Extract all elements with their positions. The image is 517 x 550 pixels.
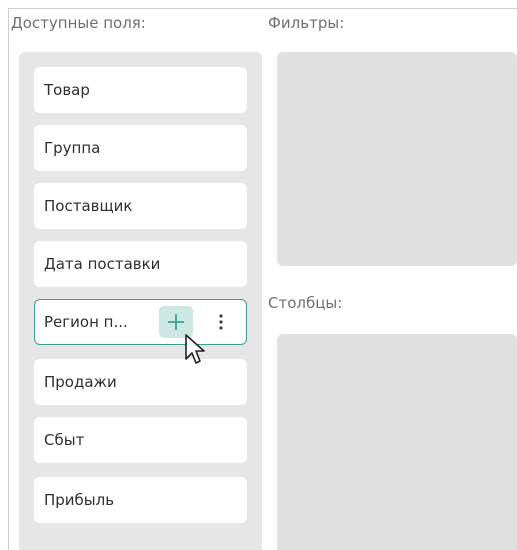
field-item-postavshchik[interactable]: Поставщик [34,183,247,229]
field-item-sbyt[interactable]: Сбыт [34,417,247,463]
field-item-gruppa[interactable]: Группа [34,125,247,171]
field-item-data-postavki[interactable]: Дата поставки [34,241,247,287]
field-item-prodazhi[interactable]: Продажи [34,359,247,405]
columns-label: Столбцы: [268,294,343,312]
columns-drop-zone[interactable] [277,334,517,550]
field-label: Прибыль [44,491,115,509]
field-item-tovar[interactable]: Товар [34,67,247,113]
field-label: Группа [44,139,101,157]
filters-drop-zone[interactable] [277,52,517,266]
plus-icon [168,314,184,330]
field-label: Товар [44,81,90,99]
add-field-button[interactable] [159,306,193,338]
filters-label: Фильтры: [268,14,345,32]
field-label: Поставщик [44,197,133,215]
available-fields-label: Доступные поля: [11,14,146,32]
field-label: Продажи [44,373,117,391]
more-vertical-icon [219,314,223,330]
field-label: Сбыт [44,431,85,449]
field-menu-button[interactable] [207,306,235,338]
field-label: Дата поставки [44,255,161,273]
field-item-region[interactable]: Регион п... [34,299,247,345]
field-label: Регион п... [44,313,128,331]
field-item-pribyl[interactable]: Прибыль [34,477,247,523]
